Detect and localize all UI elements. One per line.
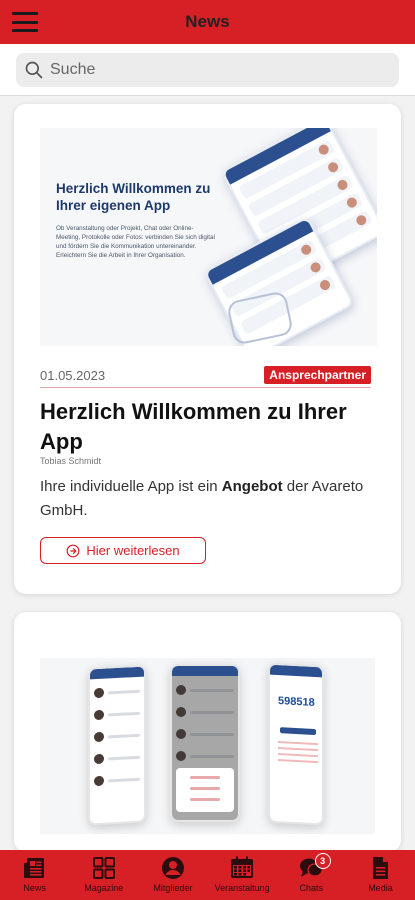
search-box[interactable] — [16, 53, 399, 87]
grid-icon — [92, 857, 115, 879]
read-more-label: Hier weiterlesen — [86, 543, 180, 558]
article-date: 01.05.2023 — [40, 368, 106, 383]
tab-label: Chats — [299, 883, 324, 893]
file-icon — [373, 857, 389, 879]
phone-mockup — [88, 664, 146, 826]
article-hero-image: 598518 — [40, 658, 375, 834]
hero-title: Herzlich Willkommen zu Ihrer eigenen App — [56, 181, 211, 213]
tab-media[interactable]: Media — [346, 850, 415, 900]
excerpt-bold-text: Angebot — [221, 478, 283, 495]
phone-mockup: 598518 — [268, 662, 324, 826]
tab-members[interactable]: Mitglieder — [138, 850, 207, 900]
unread-badge: 3 — [314, 853, 331, 869]
read-more-button[interactable]: Hier weiterlesen — [40, 537, 206, 564]
news-card[interactable]: 598518 — [14, 612, 401, 852]
search-icon — [25, 61, 43, 79]
tab-chats[interactable]: 3 Chats — [277, 850, 346, 900]
article-excerpt: Ihre individuelle App ist ein Angebot de… — [40, 475, 370, 523]
article-meta: 01.05.2023 Ansprechpartner — [40, 366, 371, 388]
phone-mockup — [170, 664, 240, 822]
tab-label: News — [23, 883, 46, 893]
article-title[interactable]: Herzlich Willkommen zu Ihrer App — [40, 397, 380, 457]
page-title: News — [185, 12, 230, 31]
tab-news[interactable]: News — [0, 850, 69, 900]
tab-label: Veranstaltung — [214, 883, 270, 893]
mockup-code: 598518 — [278, 695, 315, 709]
top-app-bar: News — [0, 0, 415, 44]
tab-label: Media — [368, 883, 393, 893]
newspaper-icon — [23, 858, 44, 878]
article-author: Tobias Schmidt — [40, 456, 102, 466]
arrow-circle-right-icon — [66, 544, 80, 557]
user-icon — [161, 857, 184, 879]
hero-text: Ob Veranstaltung oder Projekt, Chat oder… — [56, 225, 215, 259]
tab-label: Mitglieder — [153, 883, 193, 893]
category-badge[interactable]: Ansprechpartner — [264, 366, 371, 384]
news-card[interactable]: Herzlich Willkommen zu Ihrer eigenen App… — [14, 104, 401, 594]
tab-events[interactable]: Veranstaltung — [208, 850, 277, 900]
article-hero-image: Herzlich Willkommen zu Ihrer eigenen App… — [40, 128, 377, 346]
search-input[interactable] — [50, 61, 380, 79]
search-bar-container — [0, 44, 415, 96]
excerpt-text: Ihre individuelle App ist ein — [40, 478, 222, 495]
calendar-icon — [231, 856, 254, 878]
tab-label: Magazine — [84, 883, 124, 893]
hamburger-menu-icon[interactable] — [12, 12, 38, 32]
bottom-tab-bar: News Magazine Mitglieder Veranstaltung 3… — [0, 850, 415, 900]
tab-magazine[interactable]: Magazine — [69, 850, 138, 900]
